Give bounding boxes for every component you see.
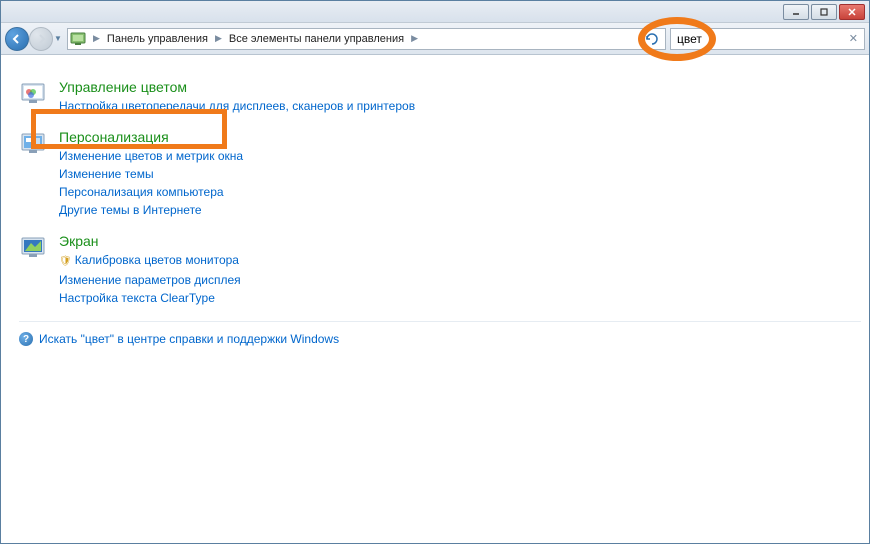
color-management-icon xyxy=(19,79,51,111)
results-pane: Управление цветом Настройка цветопередач… xyxy=(1,55,869,356)
chevron-right-icon[interactable]: ▶ xyxy=(90,33,103,44)
help-icon: ? xyxy=(19,332,33,346)
search-box[interactable]: ✕ xyxy=(670,28,865,50)
personalization-icon xyxy=(19,129,51,161)
result-group: Управление цветом Настройка цветопередач… xyxy=(19,79,865,115)
refresh-button[interactable] xyxy=(641,32,663,46)
search-input[interactable] xyxy=(677,32,845,46)
address-bar[interactable]: ▶ Панель управления ▶ Все элементы панел… xyxy=(67,28,666,50)
help-link[interactable]: Искать "цвет" в центре справки и поддерж… xyxy=(39,332,339,346)
breadcrumb-segment[interactable]: Все элементы панели управления xyxy=(227,32,406,46)
help-row: ? Искать "цвет" в центре справки и подде… xyxy=(19,332,865,346)
chevron-right-icon[interactable]: ▶ xyxy=(408,33,421,44)
nav-history-dropdown[interactable]: ▼ xyxy=(53,34,63,43)
breadcrumb-segment[interactable]: Панель управления xyxy=(105,32,210,46)
result-link[interactable]: Калибровка цветов монитора xyxy=(59,251,241,271)
result-link[interactable]: Изменение темы xyxy=(59,165,243,183)
divider xyxy=(19,321,861,322)
result-title[interactable]: Экран xyxy=(59,233,241,249)
result-link[interactable]: Изменение параметров дисплея xyxy=(59,271,241,289)
result-link[interactable]: Настройка текста ClearType xyxy=(59,289,241,307)
result-title[interactable]: Персонализация xyxy=(59,129,243,145)
window-titlebar xyxy=(1,1,869,23)
result-link[interactable]: Изменение цветов и метрик окна xyxy=(59,147,243,165)
forward-button[interactable] xyxy=(29,27,53,51)
result-link[interactable]: Настройка цветопередачи для дисплеев, ск… xyxy=(59,97,415,115)
result-group: Экран Калибровка цветов монитора Изменен… xyxy=(19,233,865,307)
maximize-button[interactable] xyxy=(811,4,837,20)
clear-search-icon[interactable]: ✕ xyxy=(845,32,858,45)
display-icon xyxy=(19,233,51,265)
result-link[interactable]: Персонализация компьютера xyxy=(59,183,243,201)
close-button[interactable] xyxy=(839,4,865,20)
result-title[interactable]: Управление цветом xyxy=(59,79,415,95)
control-panel-icon xyxy=(70,31,88,47)
result-group: Персонализация Изменение цветов и метрик… xyxy=(19,129,865,219)
minimize-button[interactable] xyxy=(783,4,809,20)
chevron-right-icon[interactable]: ▶ xyxy=(212,33,225,44)
result-link[interactable]: Другие темы в Интернете xyxy=(59,201,243,219)
back-button[interactable] xyxy=(5,27,29,51)
navigation-bar: ▼ ▶ Панель управления ▶ Все элементы пан… xyxy=(1,23,869,55)
